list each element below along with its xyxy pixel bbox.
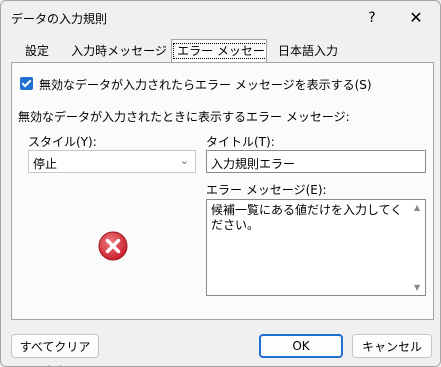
help-button[interactable]: ? [357, 7, 387, 29]
show-error-checkbox-label[interactable]: 無効なデータが入力されたらエラー メッセージを表示する(S) [39, 76, 372, 93]
scroll-up-icon[interactable]: ▲ [414, 203, 420, 212]
scroll-down-icon[interactable]: ▼ [414, 283, 420, 292]
show-error-checkbox[interactable] [20, 77, 33, 90]
tab-ime[interactable]: 日本語入力 [270, 41, 346, 61]
style-select-value: 停止 [33, 157, 58, 171]
title-input[interactable]: 入力規則エラー [206, 150, 426, 173]
tab-settings-label: 設定 [24, 44, 49, 58]
error-message-textarea[interactable]: 候補一覧にある値だけを入力してください。 ▲ ▼ [206, 199, 426, 296]
title-bar: データの入力規則 ? ✕ [1, 1, 440, 35]
style-select[interactable]: 停止 ⌄ [28, 150, 196, 173]
title-input-value: 入力規則エラー [211, 157, 296, 171]
message-label: エラー メッセージ(E): [206, 183, 327, 197]
message-scrollbar[interactable]: ▲ ▼ [411, 200, 425, 295]
error-stop-icon [98, 231, 128, 261]
tab-settings[interactable]: 設定 [17, 41, 57, 61]
title-label: タイトル(T): [206, 135, 275, 149]
section-label: 無効なデータが入力されたときに表示するエラー メッセージ: [18, 110, 350, 124]
tab-input-message[interactable]: 入力時メッセージ [69, 41, 169, 61]
ok-button[interactable]: OK [259, 334, 343, 358]
chevron-down-icon[interactable]: ⌄ [180, 154, 189, 167]
close-button[interactable]: ✕ [399, 7, 433, 29]
clear-all-button[interactable]: すべてクリア(C) [11, 334, 99, 366]
tab-ime-label: 日本語入力 [277, 44, 338, 58]
data-validation-dialog: データの入力規則 ? ✕ 設定 入力時メッセージ エラー メッセージ 日本語入力… [0, 0, 441, 367]
tab-input-message-label: 入力時メッセージ [71, 44, 167, 58]
style-label: スタイル(Y): [28, 135, 97, 149]
cancel-button[interactable]: キャンセル [352, 334, 432, 358]
tab-error-message[interactable]: エラー メッセージ [171, 39, 267, 82]
error-message-panel: 無効なデータが入力されたらエラー メッセージを表示する(S) 無効なデータが入力… [11, 62, 434, 320]
error-message-value: 候補一覧にある値だけを入力してください。 [211, 203, 403, 232]
window-title: データの入力規則 [11, 12, 108, 26]
